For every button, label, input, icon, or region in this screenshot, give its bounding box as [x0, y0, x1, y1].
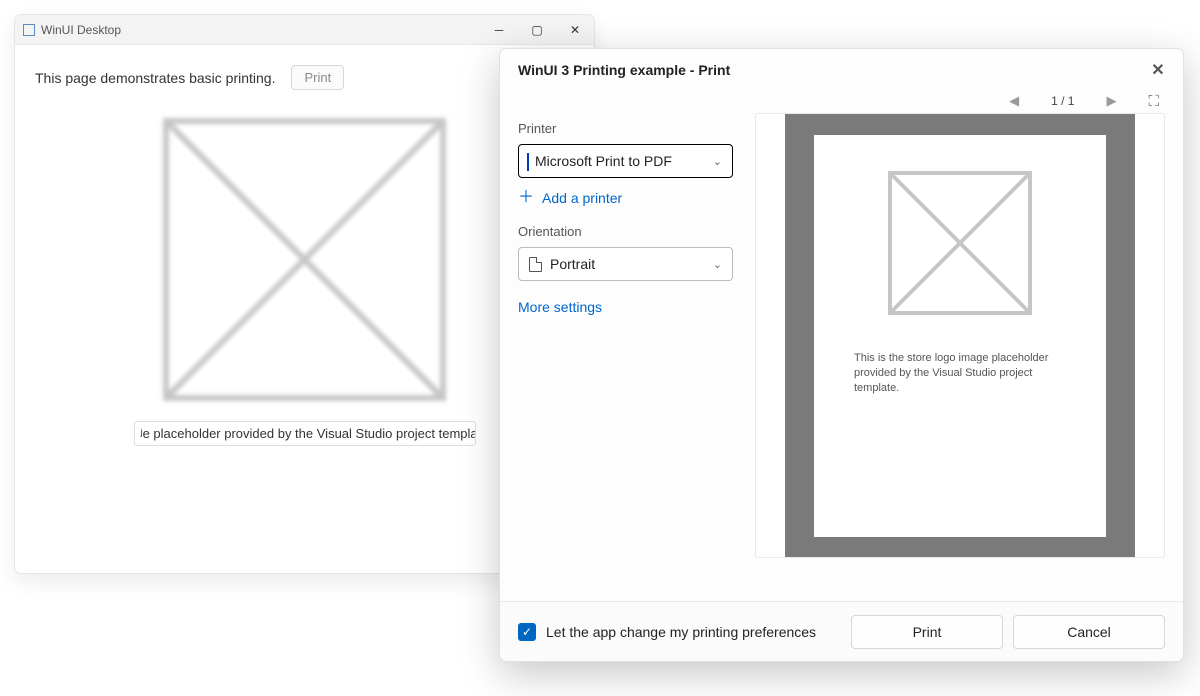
add-printer-link[interactable]: ＋ Add a printer [518, 190, 733, 206]
prev-page-icon[interactable]: ◀ [1005, 89, 1023, 113]
orientation-select[interactable]: Portrait ⌄ [518, 247, 733, 281]
app-icon [23, 24, 35, 36]
more-settings-label: More settings [518, 299, 602, 315]
close-icon[interactable]: ✕ [1147, 59, 1169, 81]
preferences-checkbox-label: Let the app change my printing preferenc… [546, 624, 816, 640]
minimize-button[interactable]: ─ [480, 15, 518, 45]
dialog-cancel-button[interactable]: Cancel [1013, 615, 1165, 649]
titlebar: WinUI Desktop ─ ▢ ✕ [15, 15, 594, 45]
preview-frame: This is the store logo image placeholder… [755, 113, 1165, 558]
preferences-checkbox[interactable]: ✓ [518, 623, 536, 641]
document-icon [529, 257, 542, 272]
orientation-value: Portrait [550, 256, 595, 272]
dialog-footer: ✓ Let the app change my printing prefere… [500, 601, 1183, 661]
text-caret [527, 153, 529, 171]
printer-label: Printer [518, 121, 733, 136]
preview-page: This is the store logo image placeholder… [814, 135, 1106, 537]
printer-select[interactable]: Microsoft Print to PDF ⌄ [518, 144, 733, 178]
maximize-button[interactable]: ▢ [518, 15, 556, 45]
printer-value: Microsoft Print to PDF [535, 153, 672, 169]
intro-text: This page demonstrates basic printing. [35, 70, 275, 86]
plus-icon: ＋ [518, 190, 534, 206]
next-page-icon[interactable]: ▶ [1102, 89, 1120, 113]
close-button[interactable]: ✕ [556, 15, 594, 45]
preview-nav: ◀ 1 / 1 ▶ ⛶ [1005, 89, 1159, 113]
add-printer-label: Add a printer [542, 190, 622, 206]
preview-page-bg: This is the store logo image placeholder… [785, 114, 1135, 557]
preview-placeholder-image [888, 171, 1032, 315]
window-controls: ─ ▢ ✕ [480, 15, 594, 45]
page-indicator: 1 / 1 [1051, 94, 1074, 108]
window-title: WinUI Desktop [41, 23, 121, 37]
dialog-print-button[interactable]: Print [851, 615, 1003, 649]
chevron-down-icon: ⌄ [713, 258, 722, 271]
dialog-header: WinUI 3 Printing example - Print ✕ [500, 49, 1183, 91]
placeholder-textbox[interactable]: ʲe placeholder provided by the Visual St… [134, 421, 476, 446]
settings-panel: Printer Microsoft Print to PDF ⌄ ＋ Add a… [518, 91, 733, 601]
chevron-down-icon: ⌄ [713, 155, 722, 168]
print-dialog: WinUI 3 Printing example - Print ✕ ◀ 1 /… [499, 48, 1184, 662]
dialog-title: WinUI 3 Printing example - Print [518, 62, 730, 78]
orientation-label: Orientation [518, 224, 733, 239]
print-button[interactable]: Print [291, 65, 344, 90]
placeholder-image [163, 118, 446, 401]
preview-caption: This is the store logo image placeholder… [850, 351, 1070, 397]
more-settings-link[interactable]: More settings [518, 299, 733, 315]
preview-panel: This is the store logo image placeholder… [755, 91, 1165, 601]
fit-icon[interactable]: ⛶ [1148, 93, 1159, 110]
